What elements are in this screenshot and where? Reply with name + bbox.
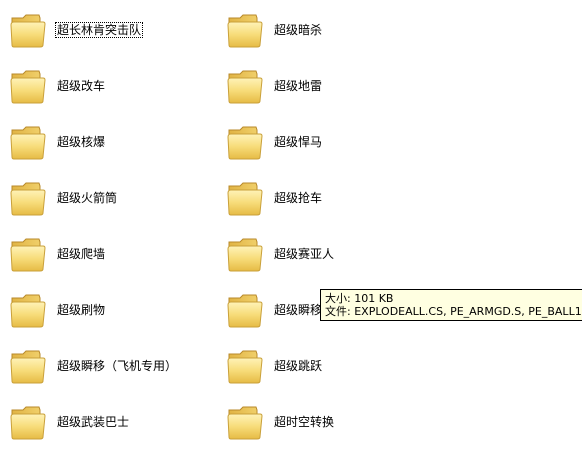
tooltip-size: 大小: 101 KB [325,292,394,305]
folder-icon [10,70,46,104]
folder-icon [227,406,263,440]
folder-view[interactable]: 超长林肯突击队 超级暗杀 超级改车 超级地雷 超级核爆 超级悍马 超级火箭筒 超… [0,0,582,471]
folder-item[interactable]: 超级改车 [9,66,107,106]
folder-label: 超级核爆 [57,135,106,149]
folder-item[interactable]: 超级瞬移 [226,290,324,330]
folder-icon [10,350,46,384]
folder-icon [10,14,46,48]
folder-label: 超级抢车 [274,191,323,205]
folder-item[interactable]: 超级地雷 [226,66,324,106]
folder-item[interactable]: 超长林肯突击队 [9,10,144,50]
folder-icon [227,238,263,272]
info-tooltip: 大小: 101 KB 文件: EXPLODEALL.CS, PE_ARMGD.S… [320,289,582,321]
folder-label: 超级悍马 [274,135,323,149]
folder-icon [227,126,263,160]
tooltip-files: 文件: EXPLODEALL.CS, PE_ARMGD.S, PE_BALL1.… [325,305,582,318]
folder-icon [10,238,46,272]
folder-label: 超级暗杀 [274,23,323,37]
folder-item[interactable]: 超级瞬移（飞机专用） [9,346,179,386]
folder-item[interactable]: 超级火箭筒 [9,178,119,218]
folder-label: 超时空转换 [274,415,335,429]
folder-item[interactable]: 超级抢车 [226,178,324,218]
folder-item[interactable]: 超级悍马 [226,122,324,162]
folder-icon [10,126,46,160]
folder-item[interactable]: 超级暗杀 [226,10,324,50]
folder-icon [10,182,46,216]
folder-item[interactable]: 超级跳跃 [226,346,324,386]
folder-item[interactable]: 超级赛亚人 [226,234,336,274]
folder-label: 超级刷物 [57,303,106,317]
folder-icon [227,70,263,104]
folder-label: 超级瞬移 [274,303,323,317]
folder-item[interactable]: 超时空转换 [226,402,336,442]
folder-label: 超级武装巴士 [57,415,130,429]
folder-item[interactable]: 超级爬墙 [9,234,107,274]
folder-label: 超级跳跃 [274,359,323,373]
folder-label: 超级赛亚人 [274,247,335,261]
folder-label: 超级瞬移（飞机专用） [57,359,178,373]
folder-label: 超级火箭筒 [57,191,118,205]
folder-icon [227,350,263,384]
folder-icon [10,294,46,328]
folder-label: 超级爬墙 [57,247,106,261]
folder-item[interactable]: 超级刷物 [9,290,107,330]
folder-item[interactable]: 超级核爆 [9,122,107,162]
folder-item[interactable]: 超级武装巴士 [9,402,131,442]
folder-icon [10,406,46,440]
folder-icon [227,14,263,48]
folder-icon [227,294,263,328]
folder-icon [227,182,263,216]
folder-label: 超级改车 [57,79,106,93]
folder-label: 超长林肯突击队 [55,22,144,38]
folder-label: 超级地雷 [274,79,323,93]
